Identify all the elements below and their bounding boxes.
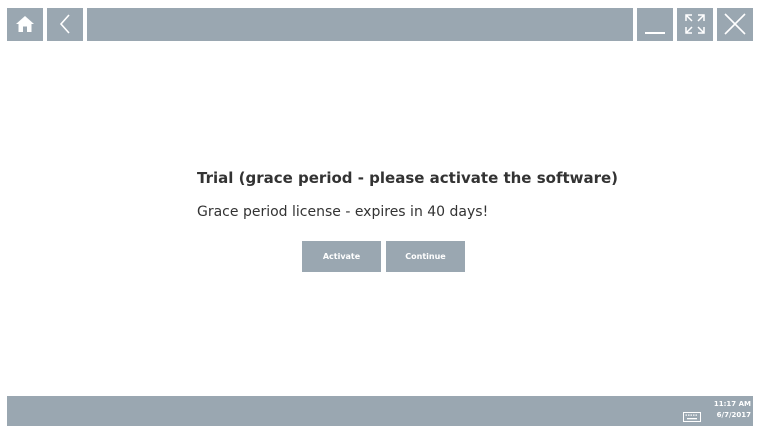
continue-button[interactable]: Continue — [386, 241, 465, 272]
toolbar — [7, 6, 753, 42]
dialog-title: Trial (grace period - please activate th… — [197, 169, 619, 187]
system-clock[interactable]: 11:17 AM 6/7/2017 — [707, 399, 751, 421]
minimize-button[interactable] — [637, 7, 673, 41]
taskbar: 11:17 AM 6/7/2017 — [7, 396, 753, 426]
close-button[interactable] — [717, 7, 753, 41]
maximize-button[interactable] — [677, 7, 713, 41]
clock-time: 11:17 AM — [713, 400, 751, 408]
activate-button[interactable]: Activate — [302, 241, 381, 272]
chevron-left-icon — [58, 13, 72, 35]
home-icon — [15, 15, 35, 33]
dialog-message: Grace period license - expires in 40 day… — [197, 204, 489, 220]
back-button[interactable] — [47, 7, 83, 41]
maximize-icon — [684, 13, 706, 35]
activation-dialog: Trial (grace period - please activate th… — [197, 168, 619, 222]
minimize-icon — [644, 13, 666, 35]
close-icon — [723, 12, 747, 36]
clock-date: 6/7/2017 — [716, 411, 751, 419]
app-window: Trial (grace period - please activate th… — [0, 0, 757, 426]
dialog-buttons: Activate Continue — [302, 241, 465, 272]
toolbar-title-bar — [87, 7, 633, 41]
keyboard-icon[interactable] — [683, 407, 701, 422]
home-button[interactable] — [7, 7, 43, 41]
